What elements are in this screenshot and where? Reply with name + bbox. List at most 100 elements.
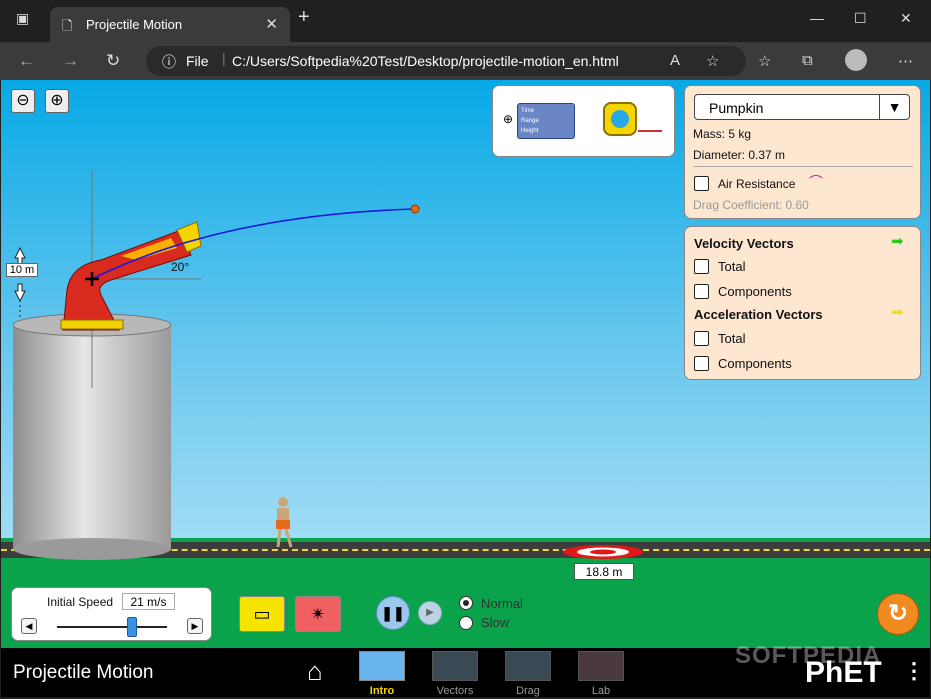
person-figure bbox=[278, 497, 288, 507]
refresh-icon[interactable]: ↻ bbox=[106, 51, 120, 71]
lab-screen-icon bbox=[578, 651, 624, 681]
projectile-dropdown[interactable]: Pumpkin ▼ bbox=[694, 94, 910, 120]
speed-decrease-button[interactable]: ◀ bbox=[21, 618, 37, 634]
collections-icon[interactable]: ⧉ bbox=[802, 52, 813, 69]
screen-lab[interactable]: Lab bbox=[578, 651, 624, 697]
screen-intro[interactable]: Intro bbox=[359, 651, 405, 697]
angle-label: 20° bbox=[171, 260, 190, 274]
reset-all-button[interactable]: ↻ bbox=[877, 593, 919, 635]
step-icon: ▶ bbox=[426, 607, 434, 618]
pumpkin-projectile bbox=[410, 204, 420, 214]
acceleration-arrow-icon: ➡ bbox=[891, 304, 904, 321]
reset-icon: ↻ bbox=[887, 600, 909, 627]
projectile-panel: Pumpkin ▼ Mass: 5 kg Diameter: 0.37 m Ai… bbox=[684, 85, 921, 219]
acceleration-components-label: Components bbox=[718, 356, 792, 371]
initial-speed-value: 21 m/s bbox=[122, 593, 175, 610]
height-down-arrow-icon bbox=[14, 283, 26, 303]
acceleration-vectors-title: Acceleration Vectors bbox=[694, 307, 823, 322]
projectile-selected: Pumpkin bbox=[709, 100, 764, 116]
file-label: File bbox=[186, 53, 209, 69]
fire-button[interactable]: ✴ bbox=[295, 596, 341, 632]
probe-height-label: Height bbox=[521, 128, 539, 134]
url-field[interactable]: ⓘ File | C:/Users/Softpedia%20Test/Deskt… bbox=[146, 46, 746, 76]
profile-avatar[interactable] bbox=[845, 49, 867, 71]
favorites-icon[interactable]: ☆ bbox=[758, 52, 771, 70]
acceleration-total-label: Total bbox=[718, 331, 746, 346]
acceleration-components-checkbox[interactable] bbox=[694, 356, 709, 371]
tools-panel: ⊕ Time Range Height bbox=[492, 85, 675, 157]
back-icon[interactable]: ← bbox=[18, 51, 35, 71]
air-resistance-label: Air Resistance bbox=[718, 177, 796, 191]
url-divider: | bbox=[222, 50, 226, 66]
tab-projectile-motion[interactable]: 🗋 Projectile Motion ✕ bbox=[50, 7, 290, 42]
add-favorite-icon[interactable]: ☆ bbox=[706, 52, 719, 70]
home-icon[interactable]: ⌂ bbox=[307, 656, 323, 687]
screen-label: Lab bbox=[591, 685, 611, 697]
screen-label: Drag bbox=[516, 685, 540, 697]
mass-text: Mass: 5 kg bbox=[693, 127, 752, 141]
drag-coefficient-text: Drag Coefficient: 0.60 bbox=[693, 198, 809, 212]
speed-increase-button[interactable]: ▶ bbox=[187, 618, 203, 634]
data-probe-tool[interactable]: Time Range Height bbox=[517, 103, 575, 139]
address-bar: ← → ↻ ⓘ File | C:/Users/Softpedia%20Test… bbox=[0, 42, 931, 80]
minimize-icon[interactable]: — bbox=[810, 10, 824, 26]
intro-screen-icon bbox=[359, 651, 405, 681]
screen-label: Vectors bbox=[436, 685, 474, 697]
dropdown-arrow-icon[interactable]: ▼ bbox=[879, 95, 909, 119]
page-icon: 🗋 bbox=[62, 18, 73, 33]
velocity-total-checkbox[interactable] bbox=[694, 259, 709, 274]
eraser-button[interactable]: ▭ bbox=[239, 596, 285, 632]
more-menu-icon[interactable]: ⋯ bbox=[898, 52, 913, 70]
tab-title: Projectile Motion bbox=[86, 17, 183, 32]
navigation-bar: Projectile Motion ⌂ Intro Vectors Drag L… bbox=[1, 642, 930, 697]
speed-slider-thumb[interactable] bbox=[126, 617, 137, 637]
parachute-icon: ⌒ bbox=[809, 174, 823, 190]
slow-speed-label: Slow bbox=[481, 615, 510, 630]
screen-label: Intro bbox=[369, 685, 395, 697]
acceleration-total-checkbox[interactable] bbox=[694, 331, 709, 346]
air-resistance-checkbox[interactable] bbox=[694, 176, 709, 191]
distance-label: 18.8 m bbox=[574, 563, 634, 580]
phet-menu-icon[interactable]: ⋮ bbox=[903, 658, 925, 684]
new-tab-icon[interactable]: + bbox=[298, 6, 310, 29]
step-button[interactable]: ▶ bbox=[418, 601, 442, 625]
screen-vectors[interactable]: Vectors bbox=[432, 651, 478, 697]
normal-speed-radio[interactable] bbox=[459, 596, 473, 610]
vectors-panel: Velocity Vectors ➡ Total Components Acce… bbox=[684, 226, 921, 380]
close-window-icon[interactable]: ✕ bbox=[900, 10, 912, 27]
maximize-icon[interactable]: ☐ bbox=[854, 10, 867, 27]
velocity-components-label: Components bbox=[718, 284, 792, 299]
sidebar-icon[interactable]: ▣ bbox=[16, 10, 29, 27]
pause-button[interactable]: ❚❚ bbox=[376, 596, 410, 630]
sim-title: Projectile Motion bbox=[13, 662, 154, 683]
read-aloud-icon[interactable]: A bbox=[670, 52, 680, 69]
simulation-area: ⊖ ⊕ 10 m 20° 18.8 m ⊕ Time Range Height … bbox=[1, 80, 930, 697]
velocity-vectors-title: Velocity Vectors bbox=[694, 236, 794, 251]
initial-speed-panel: Initial Speed 21 m/s ◀ ▶ bbox=[11, 587, 212, 641]
info-icon[interactable]: ⓘ bbox=[162, 52, 176, 72]
url-text: C:/Users/Softpedia%20Test/Desktop/projec… bbox=[232, 53, 619, 69]
probe-time-label: Time bbox=[521, 108, 535, 114]
initial-speed-label: Initial Speed bbox=[47, 595, 114, 609]
tab-bar: ▣ 🗋 Projectile Motion ✕ + — ☐ ✕ bbox=[0, 0, 931, 42]
speed-slider-track[interactable] bbox=[57, 617, 167, 637]
browser-window: ▣ 🗋 Projectile Motion ✕ + — ☐ ✕ ← → ↻ ⓘ … bbox=[0, 0, 931, 699]
tape-measure-icon[interactable] bbox=[603, 102, 637, 136]
drag-screen-icon bbox=[505, 651, 551, 681]
phet-logo[interactable]: PhET bbox=[805, 656, 882, 690]
slow-speed-radio[interactable] bbox=[459, 616, 473, 630]
screen-drag[interactable]: Drag bbox=[505, 651, 551, 697]
forward-icon[interactable]: → bbox=[62, 51, 79, 71]
fire-icon: ✴ bbox=[310, 604, 326, 624]
pause-icon: ❚❚ bbox=[381, 605, 405, 621]
probe-range-label: Range bbox=[521, 118, 539, 124]
eraser-icon: ▭ bbox=[253, 604, 271, 624]
close-tab-icon[interactable]: ✕ bbox=[265, 15, 278, 33]
velocity-arrow-icon: ➡ bbox=[891, 233, 904, 250]
diameter-text: Diameter: 0.37 m bbox=[693, 148, 786, 162]
vectors-screen-icon bbox=[432, 651, 478, 681]
velocity-components-checkbox[interactable] bbox=[694, 284, 709, 299]
normal-speed-label: Normal bbox=[481, 596, 523, 611]
velocity-total-label: Total bbox=[718, 259, 746, 274]
crosshair-icon: ⊕ bbox=[503, 112, 514, 126]
